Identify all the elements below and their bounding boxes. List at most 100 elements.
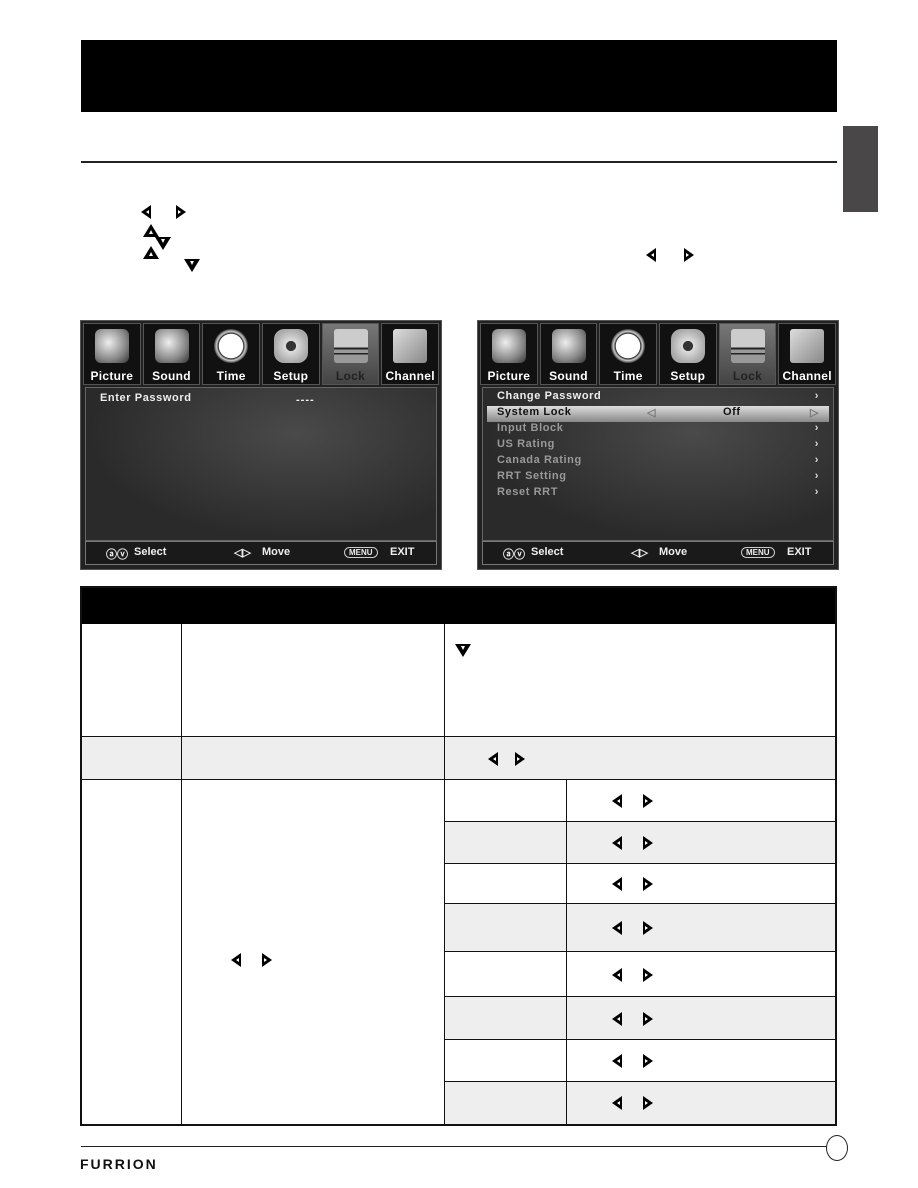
chevron-right-icon: › bbox=[814, 422, 819, 434]
page-number-badge bbox=[826, 1135, 848, 1161]
gear-icon bbox=[273, 329, 308, 363]
chevron-right-icon: › bbox=[814, 454, 819, 466]
table-cell bbox=[182, 780, 445, 1124]
menu-item-system-lock[interactable]: System Lock ◁ Off ▷ bbox=[487, 406, 829, 422]
exit-hint: EXIT bbox=[390, 546, 415, 558]
menu-item-label: US Rating bbox=[497, 438, 555, 450]
menu-item-label: Reset RRT bbox=[497, 486, 559, 498]
table-cell bbox=[567, 904, 835, 952]
tv-screen-lock-menu: Picture Sound Time Setup Lock Channel Ch… bbox=[477, 320, 839, 570]
settings-table bbox=[80, 586, 837, 1126]
right-arrow-icon bbox=[643, 921, 653, 935]
table-cell bbox=[567, 952, 835, 997]
satellite-tv-icon bbox=[393, 329, 428, 363]
menu-item-change-password[interactable]: Change Password › bbox=[497, 390, 819, 406]
right-arrow-icon bbox=[643, 1054, 653, 1068]
right-arrow-icon bbox=[643, 877, 653, 891]
chevron-right-icon: › bbox=[814, 390, 819, 402]
left-arrow-icon bbox=[612, 921, 622, 935]
table-cell bbox=[82, 737, 182, 780]
table-cell bbox=[82, 780, 182, 1124]
down-arrow-icon bbox=[184, 259, 200, 272]
menu-item-label: Canada Rating bbox=[497, 454, 582, 466]
right-arrow-icon bbox=[262, 953, 272, 967]
left-right-keys-icon: ◁▷ bbox=[631, 547, 648, 559]
right-arrow-icon bbox=[515, 752, 525, 766]
enter-password-row[interactable]: Enter Password ---- bbox=[100, 392, 422, 408]
tab-time[interactable]: Time bbox=[202, 323, 261, 385]
table-cell bbox=[567, 780, 835, 822]
tab-setup[interactable]: Setup bbox=[262, 323, 320, 385]
exit-hint: EXIT bbox=[787, 546, 812, 558]
menu-body: Change Password › System Lock ◁ Off ▷ Input … bbox=[482, 387, 834, 541]
table-cell bbox=[567, 1040, 835, 1082]
left-arrow-icon bbox=[612, 1054, 622, 1068]
left-arrow-icon bbox=[646, 248, 656, 262]
gear-icon bbox=[670, 329, 705, 363]
password-input[interactable]: ---- bbox=[296, 394, 315, 406]
satellite-tv-icon bbox=[790, 329, 825, 363]
camcorder-icon bbox=[491, 329, 526, 363]
table-cell bbox=[567, 822, 835, 864]
camcorder-icon bbox=[94, 329, 129, 363]
tab-channel[interactable]: Channel bbox=[778, 323, 837, 385]
left-arrow-icon bbox=[612, 794, 622, 808]
menu-item-rrt-setting[interactable]: RRT Setting › bbox=[497, 470, 819, 486]
table-cell bbox=[445, 904, 567, 952]
left-arrow-icon bbox=[612, 967, 622, 982]
chevron-right-icon[interactable]: ▷ bbox=[810, 406, 819, 419]
chevron-left-icon[interactable]: ◁ bbox=[647, 406, 656, 419]
table-cell bbox=[445, 1082, 567, 1124]
table-cell bbox=[567, 1082, 835, 1124]
left-arrow-icon bbox=[612, 1011, 622, 1026]
menu-item-us-rating[interactable]: US Rating › bbox=[497, 438, 819, 454]
tab-lock[interactable]: Lock bbox=[321, 323, 380, 385]
tab-sound[interactable]: Sound bbox=[142, 323, 201, 385]
lock-icon bbox=[333, 329, 368, 363]
tab-time[interactable]: Time bbox=[599, 323, 658, 385]
menu-footer: ⓐⓥ Select ◁▷ Move MENU EXIT bbox=[85, 541, 437, 565]
menu-item-canada-rating[interactable]: Canada Rating › bbox=[497, 454, 819, 470]
right-arrow-icon bbox=[176, 205, 186, 219]
up-down-keys-icon: ⓐⓥ bbox=[106, 549, 128, 561]
left-arrow-icon bbox=[488, 752, 498, 766]
table-cell bbox=[567, 997, 835, 1040]
table-cell bbox=[445, 780, 567, 822]
up-arrow-icon bbox=[143, 246, 159, 259]
tv-screen-enter-password: Picture Sound Time Setup Lock Channel En… bbox=[80, 320, 442, 570]
up-arrow-icon bbox=[143, 224, 159, 237]
tab-setup[interactable]: Setup bbox=[659, 323, 717, 385]
left-arrow-icon bbox=[141, 205, 151, 219]
right-arrow-icon bbox=[643, 1096, 653, 1110]
left-arrow-icon bbox=[612, 836, 622, 850]
page-title-bar bbox=[81, 40, 837, 112]
select-hint: Select bbox=[531, 546, 564, 558]
tab-lock[interactable]: Lock bbox=[718, 323, 777, 385]
tab-sound[interactable]: Sound bbox=[539, 323, 598, 385]
music-note-icon bbox=[551, 329, 586, 363]
tab-channel[interactable]: Channel bbox=[381, 323, 440, 385]
chevron-right-icon: › bbox=[814, 486, 819, 498]
menu-item-reset-rrt[interactable]: Reset RRT › bbox=[497, 486, 819, 502]
lock-icon bbox=[730, 329, 765, 363]
menu-footer: ⓐⓥ Select ◁▷ Move MENU EXIT bbox=[482, 541, 834, 565]
menu-item-label: RRT Setting bbox=[497, 470, 567, 482]
menu-item-input-block[interactable]: Input Block › bbox=[497, 422, 819, 438]
left-arrow-icon bbox=[612, 1096, 622, 1110]
section-divider bbox=[81, 161, 837, 163]
brand-logo: FURRION bbox=[80, 1156, 158, 1172]
menu-tab-bar: Picture Sound Time Setup Lock Channel bbox=[480, 323, 837, 385]
clock-icon bbox=[214, 329, 249, 363]
select-hint: Select bbox=[134, 546, 167, 558]
table-cell bbox=[445, 997, 567, 1040]
up-down-keys-icon: ⓐⓥ bbox=[503, 549, 525, 561]
enter-password-label: Enter Password bbox=[100, 392, 192, 404]
menu-body: Enter Password ---- bbox=[85, 387, 437, 541]
music-note-icon bbox=[154, 329, 189, 363]
tab-picture[interactable]: Picture bbox=[83, 323, 141, 385]
tab-picture[interactable]: Picture bbox=[480, 323, 538, 385]
table-cell bbox=[82, 624, 182, 737]
table-cell bbox=[445, 624, 835, 737]
menu-item-label: Change Password bbox=[497, 390, 602, 402]
right-arrow-icon bbox=[684, 248, 694, 262]
